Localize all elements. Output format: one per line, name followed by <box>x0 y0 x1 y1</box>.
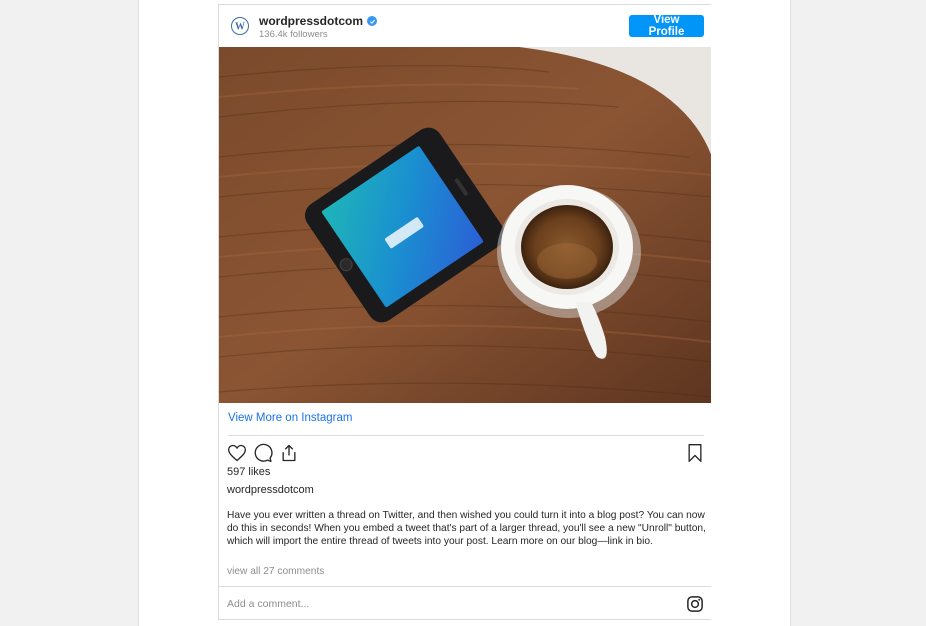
post-caption: Have you ever written a thread on Twitte… <box>227 510 706 547</box>
instagram-icon[interactable] <box>686 595 704 613</box>
svg-text:W: W <box>235 22 245 33</box>
instagram-embed: W wordpressdotcom 136.4k followers View … <box>218 4 711 620</box>
share-icon[interactable] <box>278 442 300 464</box>
wordpress-logo-icon: W <box>235 22 245 33</box>
verified-badge-icon <box>367 16 378 26</box>
follower-count: 136.4k followers <box>259 29 328 40</box>
view-profile-button[interactable]: View Profile <box>629 14 704 38</box>
post-image[interactable] <box>219 47 711 403</box>
caption-username[interactable]: wordpressdotcom <box>227 484 314 496</box>
comment-bar <box>219 586 711 619</box>
comment-input[interactable] <box>227 595 667 613</box>
heart-icon[interactable] <box>226 442 248 464</box>
divider <box>228 435 704 436</box>
action-bar <box>226 442 706 464</box>
avatar[interactable]: W <box>231 17 249 35</box>
like-count[interactable]: 597 likes <box>227 466 270 478</box>
username-text[interactable]: wordpressdotcom <box>259 14 363 28</box>
view-comments-link[interactable]: view all 27 comments <box>227 566 324 577</box>
profile-username[interactable]: wordpressdotcom <box>259 14 378 28</box>
view-more-link[interactable]: View More on Instagram <box>228 412 352 424</box>
comment-bubble-icon[interactable] <box>252 442 274 464</box>
post-header: W wordpressdotcom 136.4k followers View … <box>219 5 711 47</box>
bookmark-icon[interactable] <box>684 442 706 464</box>
